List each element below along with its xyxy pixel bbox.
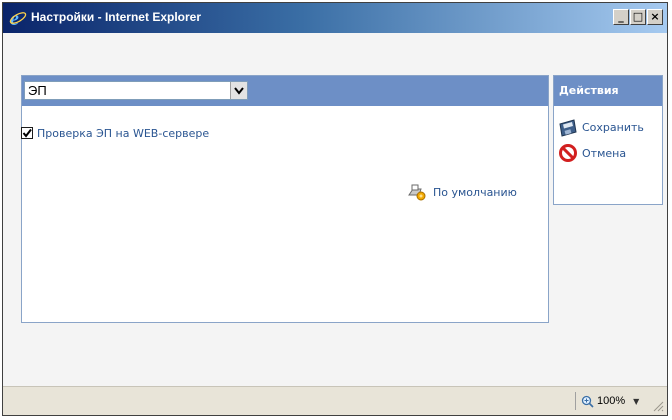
zoom-control[interactable]: 100% ▼ (575, 392, 645, 410)
cancel-label: Отмена (582, 146, 627, 160)
select-value: ЭП (28, 83, 47, 98)
zoom-dropdown-icon[interactable]: ▼ (633, 397, 639, 406)
floppy-disk-icon (559, 119, 577, 137)
save-label: Сохранить (582, 120, 644, 134)
resize-grip-icon[interactable] (652, 400, 664, 412)
window-title: Настройки - Internet Explorer (31, 10, 201, 24)
prohibited-icon (559, 144, 577, 162)
settings-panel-header: ЭП (22, 76, 548, 106)
zoom-level: 100% (597, 395, 626, 407)
settings-category-select[interactable]: ЭП (24, 81, 248, 100)
restore-defaults-label: По умолчанию (433, 185, 517, 199)
actions-title: Действия (559, 84, 619, 97)
checkmark-icon (22, 128, 32, 138)
chevron-down-icon (234, 87, 244, 95)
internet-explorer-icon: e (9, 9, 27, 27)
signature-check-label[interactable]: Проверка ЭП на WEB-сервере (37, 127, 209, 140)
minimize-icon: _ (618, 10, 624, 23)
zoom-magnifier-icon (581, 395, 594, 408)
close-button[interactable]: × (647, 9, 663, 25)
close-icon: × (650, 10, 660, 23)
restore-defaults-link[interactable]: По умолчанию (407, 181, 517, 203)
svg-text:e: e (10, 9, 19, 27)
title-bar[interactable]: e Настройки - Internet Explorer _ □ × (3, 3, 667, 33)
select-dropdown-button[interactable] (230, 82, 247, 99)
maximize-button[interactable]: □ (630, 9, 646, 25)
status-bar: 100% ▼ (3, 386, 667, 415)
browser-window: e Настройки - Internet Explorer _ □ × ЭП (2, 2, 668, 416)
signature-check-option[interactable]: Проверка ЭП на WEB-сервере (21, 125, 209, 141)
page-content: ЭП Проверка ЭП на WEB-сервере По умолчан… (3, 33, 667, 387)
actions-header: Действия (554, 76, 662, 106)
cancel-button[interactable]: Отмена (558, 142, 626, 164)
restore-defaults-icon (408, 184, 426, 201)
minimize-button[interactable]: _ (613, 9, 629, 25)
save-button[interactable]: Сохранить (558, 116, 644, 138)
signature-check-checkbox[interactable] (21, 127, 33, 139)
maximize-icon: □ (632, 10, 644, 23)
actions-panel: Действия Сохранить Отмена (553, 75, 663, 205)
